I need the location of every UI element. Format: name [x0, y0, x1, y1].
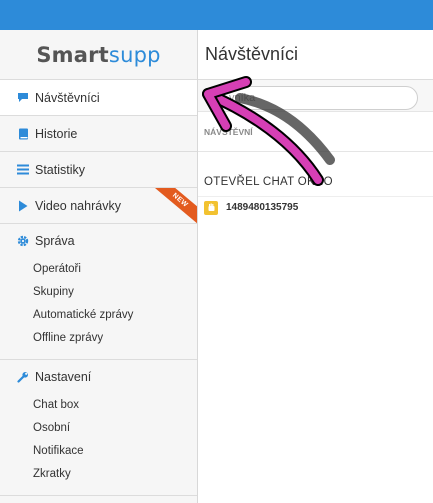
section-label-open-chat: OTEVŘEL CHAT OKNO — [204, 176, 333, 188]
chat-bubble-icon — [17, 92, 29, 104]
sidebar-subitem-automaticke-zpravy[interactable]: Automatické zprávy — [0, 303, 197, 326]
gear-icon — [17, 235, 29, 247]
main-panel: Návštěvníci NÁVŠTĚVNÍ OTEVŘEL CHAT OKNO … — [198, 30, 433, 503]
sidebar-item-historie[interactable]: Historie — [0, 116, 197, 152]
visitor-hand-icon — [204, 200, 218, 215]
book-icon — [17, 128, 29, 140]
sidebar-item-label: Návštěvníci — [35, 90, 100, 105]
sidebar-group-head-nastaveni[interactable]: Nastavení — [0, 360, 197, 393]
logo-text-smart: Smart — [36, 42, 109, 67]
sidebar-group-label: Nastavení — [35, 369, 92, 384]
visitor-id: 1489480135795 — [226, 202, 299, 213]
page-title: Návštěvníci — [198, 30, 433, 80]
smartsupp-logo[interactable]: Smart supp — [0, 30, 197, 80]
sidebar-group-head-sprava[interactable]: Správa — [0, 224, 197, 257]
sidebar-item-label: Video nahrávky — [35, 198, 121, 213]
sidebar-group-label: Správa — [35, 233, 75, 248]
visitor-row[interactable]: 1489480135795 — [198, 196, 433, 218]
new-ribbon-badge: NEW — [151, 188, 197, 224]
sidebar: Smart supp Návštěvníci Historie Statistik… — [0, 30, 198, 503]
play-icon — [17, 200, 29, 212]
sidebar-item-label: Historie — [35, 126, 78, 141]
sidebar-subitem-offline-zpravy[interactable]: Offline zprávy — [0, 326, 197, 349]
sidebar-subitem-chat-box[interactable]: Chat box — [0, 393, 197, 416]
sidebar-group-sprava: Správa Operátoři Skupiny Automatické zpr… — [0, 224, 197, 360]
column-header-visitors[interactable]: NÁVŠTĚVNÍ — [198, 112, 433, 152]
sidebar-item-video-nahravky[interactable]: Video nahrávky NEW — [0, 188, 197, 224]
sidebar-subitem-operatori[interactable]: Operátoři — [0, 257, 197, 280]
top-bar — [0, 0, 433, 30]
list-icon — [17, 164, 29, 176]
sidebar-item-statistiky[interactable]: Statistiky — [0, 152, 197, 188]
sidebar-group-nastaveni: Nastavení Chat box Osobní Notifikace Zkr… — [0, 360, 197, 496]
sidebar-subitem-notifikace[interactable]: Notifikace — [0, 439, 197, 462]
search-input[interactable] — [218, 86, 418, 110]
sidebar-subitem-zkratky[interactable]: Zkratky — [0, 462, 197, 485]
sidebar-subitem-skupiny[interactable]: Skupiny — [0, 280, 197, 303]
wrench-icon — [17, 371, 29, 383]
sidebar-item-navstevnici[interactable]: Návštěvníci — [0, 80, 197, 116]
sidebar-subitem-osobni[interactable]: Osobní — [0, 416, 197, 439]
logo-text-supp: supp — [108, 42, 161, 67]
search-row — [198, 80, 433, 112]
sidebar-item-label: Statistiky — [35, 162, 86, 177]
